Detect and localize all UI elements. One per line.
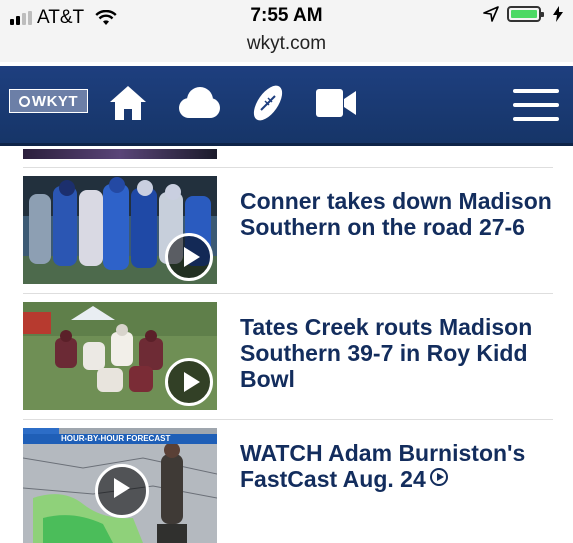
- story-headline[interactable]: WATCH Adam Burniston's FastCast Aug. 24: [240, 440, 560, 492]
- previous-story-thumbnail[interactable]: [23, 149, 217, 159]
- divider: [23, 293, 553, 294]
- address-bar-url[interactable]: wkyt.com: [0, 33, 573, 55]
- story-headline[interactable]: Conner takes down Madison Southern on th…: [240, 188, 560, 240]
- video-play-icon[interactable]: [429, 468, 448, 486]
- battery-icon: [507, 6, 544, 22]
- location-arrow-icon: [483, 6, 499, 22]
- story-headline[interactable]: Tates Creek routs Madison Southern 39-7 …: [240, 314, 560, 392]
- forecast-banner-label: HOUR-BY-HOUR FORECAST: [61, 434, 171, 443]
- play-icon[interactable]: [165, 358, 213, 406]
- logo-text: WKYT: [31, 92, 79, 110]
- divider: [23, 167, 553, 168]
- forecast-banner: HOUR-BY-HOUR FORECAST: [23, 434, 217, 444]
- charging-bolt-icon: [553, 6, 563, 22]
- play-icon[interactable]: [165, 233, 213, 281]
- status-right-group: [483, 6, 563, 22]
- video-camera-icon[interactable]: [315, 88, 357, 118]
- weather-cloud-icon[interactable]: [176, 86, 220, 120]
- play-icon[interactable]: [95, 464, 149, 518]
- story-thumbnail[interactable]: [23, 176, 217, 284]
- story-thumbnail[interactable]: HOUR-BY-HOUR FORECAST: [23, 428, 217, 543]
- logo-eye-icon: [18, 95, 30, 107]
- divider: [23, 419, 553, 420]
- site-navbar: WKYT: [0, 66, 573, 146]
- story-headline-text[interactable]: WATCH Adam Burniston's FastCast Aug. 24: [240, 440, 525, 492]
- wkyt-logo[interactable]: WKYT: [9, 89, 88, 113]
- home-icon[interactable]: [108, 84, 148, 122]
- hamburger-menu-icon[interactable]: [513, 89, 559, 121]
- status-bar: AT&T 7:55 AM wkyt.com: [0, 0, 573, 62]
- story-item[interactable]: HOUR-BY-HOUR FORECAST WATCH Adam Burnist…: [23, 428, 563, 543]
- football-icon[interactable]: [248, 82, 288, 124]
- story-thumbnail[interactable]: [23, 302, 217, 410]
- story-item[interactable]: Tates Creek routs Madison Southern 39-7 …: [23, 302, 563, 410]
- story-item[interactable]: Conner takes down Madison Southern on th…: [23, 176, 563, 284]
